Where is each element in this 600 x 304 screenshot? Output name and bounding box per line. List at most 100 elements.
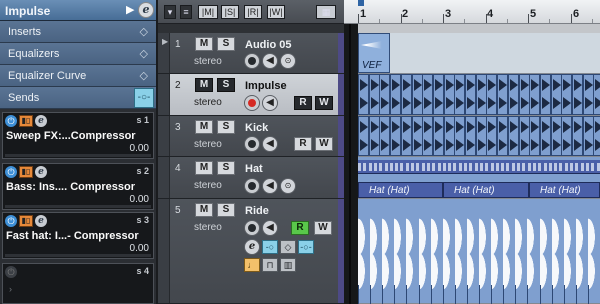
list-icon[interactable]: ≡: [180, 5, 192, 19]
drum-hit-event[interactable]: [561, 116, 572, 156]
inspector-section-sends[interactable]: Sends -○-: [0, 87, 156, 109]
edit-instrument-button[interactable]: e: [244, 239, 260, 255]
drum-hit-event[interactable]: [379, 116, 390, 156]
drum-hit-event[interactable]: [465, 116, 476, 156]
monitor-button[interactable]: ◀: [262, 136, 278, 152]
solo-button[interactable]: S: [217, 203, 235, 217]
sends-bypass-icon[interactable]: -○-: [298, 240, 314, 254]
send-level-value[interactable]: 0.00: [130, 243, 149, 254]
edit-channel-button[interactable]: e: [138, 2, 154, 18]
track-lane[interactable]: Hat (Hat) Hat (Hat) Hat (Hat): [358, 157, 600, 199]
send-level-value[interactable]: 0.00: [130, 143, 149, 154]
drum-hit-event[interactable]: [561, 74, 572, 115]
mute-button[interactable]: M: [195, 78, 213, 92]
track-name[interactable]: Ride: [245, 205, 269, 217]
track-row[interactable]: 2 M S Impulse stereo ◀ R W: [158, 74, 344, 116]
send-level-slider[interactable]: [5, 205, 151, 208]
read-automation-button[interactable]: R: [294, 96, 312, 110]
inspector-section-equalizers[interactable]: Equalizers ◇: [0, 43, 156, 65]
drum-hit-event[interactable]: [508, 74, 519, 115]
track-handle[interactable]: [158, 74, 170, 115]
power-icon[interactable]: ⏻: [5, 215, 17, 227]
read-automation-button[interactable]: R: [294, 137, 312, 151]
monitor-button[interactable]: ◀: [262, 178, 278, 194]
timeline-ruler[interactable]: 1 2 3 4 5 6: [344, 0, 600, 24]
send-slot-1[interactable]: ⏻ ▮▯ e s 1 Sweep FX:...Compressor 0.00: [2, 112, 154, 159]
edit-send-icon[interactable]: e: [35, 166, 47, 178]
project-arrange-area[interactable]: 1 2 3 4 5 6 VEF Hat (Hat) Hat (Hat) Hat …: [344, 0, 600, 304]
edit-send-icon[interactable]: e: [35, 115, 47, 127]
mute-button[interactable]: M: [195, 37, 213, 51]
inserts-bypass-icon[interactable]: -○: [262, 240, 278, 254]
drum-hit-event[interactable]: [401, 116, 412, 156]
midi-part[interactable]: Hat (Hat): [443, 182, 529, 198]
drum-hit-event[interactable]: [422, 74, 433, 115]
solo-button[interactable]: S: [217, 120, 235, 134]
write-automation-button[interactable]: W: [314, 221, 332, 235]
drum-hit-event[interactable]: [529, 74, 540, 115]
record-enable-button[interactable]: [244, 95, 260, 111]
triangle-right-icon[interactable]: ▶: [126, 3, 134, 16]
drum-hit-event[interactable]: [401, 74, 412, 115]
mute-button[interactable]: M: [195, 120, 213, 134]
lock-timebase-icon[interactable]: ♩: [244, 258, 260, 272]
drum-hit-event[interactable]: [497, 116, 508, 156]
project-cursor[interactable]: [349, 24, 351, 304]
send-destination[interactable]: Bass: Ins.... Compressor: [6, 181, 135, 193]
pre-fader-icon[interactable]: ▮▯: [19, 166, 33, 178]
track-name[interactable]: Hat: [245, 163, 263, 175]
drum-hit-event[interactable]: [572, 116, 583, 156]
chevron-right-icon[interactable]: ›: [9, 284, 12, 294]
track-row[interactable]: 3 M S Kick stereo ◀ R W: [158, 116, 344, 157]
solo-button[interactable]: S: [217, 161, 235, 175]
track-name[interactable]: Audio 05: [245, 39, 291, 51]
track-lane[interactable]: [358, 116, 600, 157]
solo-button[interactable]: S: [217, 78, 235, 92]
edit-in-place-button[interactable]: ⊙: [280, 178, 296, 194]
send-slot-4[interactable]: ⏻ s 4 ›: [2, 263, 154, 304]
track-handle[interactable]: [158, 199, 170, 303]
drum-hit-event[interactable]: [390, 74, 401, 115]
drum-hit-event[interactable]: [454, 116, 465, 156]
track-row[interactable]: 5 M S Ride stereo ◀ R W e -○ ◇ -○- ♩ ⊓ ▥: [158, 199, 344, 304]
mute-button[interactable]: M: [195, 203, 213, 217]
power-icon[interactable]: ⏻: [5, 266, 17, 278]
send-destination[interactable]: Fast hat: I...- Compressor: [6, 230, 139, 242]
collapse-icon[interactable]: ▾: [164, 5, 176, 19]
edit-send-icon[interactable]: e: [35, 215, 47, 227]
show-write-icon[interactable]: |W|: [267, 5, 285, 19]
track-lane[interactable]: VEF: [358, 33, 600, 74]
pre-fader-icon[interactable]: ▮▯: [19, 115, 33, 127]
track-colors-icon[interactable]: ▦: [316, 5, 336, 19]
midi-part[interactable]: Hat (Hat): [358, 182, 443, 198]
sends-icon[interactable]: -○-: [134, 88, 154, 108]
drum-hit-event[interactable]: [390, 116, 401, 156]
track-handle[interactable]: [158, 157, 170, 198]
inspector-track-header[interactable]: Impulse ▶ e: [0, 0, 156, 21]
show-read-icon[interactable]: |R|: [244, 5, 262, 19]
track-lane[interactable]: [358, 199, 600, 304]
inspector-section-inserts[interactable]: Inserts ◇: [0, 21, 156, 43]
send-slot-3[interactable]: ⏻ ▮▯ e s 3 Fast hat: I...- Compressor 0.…: [2, 212, 154, 259]
record-enable-button[interactable]: [244, 220, 260, 236]
send-destination[interactable]: Sweep FX:...Compressor: [6, 130, 136, 142]
monitor-button[interactable]: ◀: [262, 53, 278, 69]
midi-part[interactable]: Hat (Hat): [529, 182, 600, 198]
drum-hit-event[interactable]: [433, 74, 444, 115]
show-mute-icon[interactable]: |M|: [198, 5, 218, 19]
drum-hit-event[interactable]: [422, 116, 433, 156]
track-options-icon[interactable]: ▥: [280, 258, 296, 272]
drum-hit-event[interactable]: [358, 74, 369, 115]
audio-event[interactable]: VEF: [358, 33, 390, 73]
monitor-button[interactable]: ◀: [262, 220, 278, 236]
drum-hit-event[interactable]: [379, 74, 390, 115]
send-level-slider[interactable]: [5, 254, 151, 257]
drum-hit-event[interactable]: [454, 74, 465, 115]
track-name[interactable]: Kick: [245, 122, 268, 134]
drum-hit-event[interactable]: [497, 74, 508, 115]
write-automation-button[interactable]: W: [315, 96, 333, 110]
power-icon[interactable]: ⏻: [5, 115, 17, 127]
track-lane[interactable]: [358, 74, 600, 116]
drum-hit-event[interactable]: [486, 116, 497, 156]
mute-button[interactable]: M: [195, 161, 213, 175]
